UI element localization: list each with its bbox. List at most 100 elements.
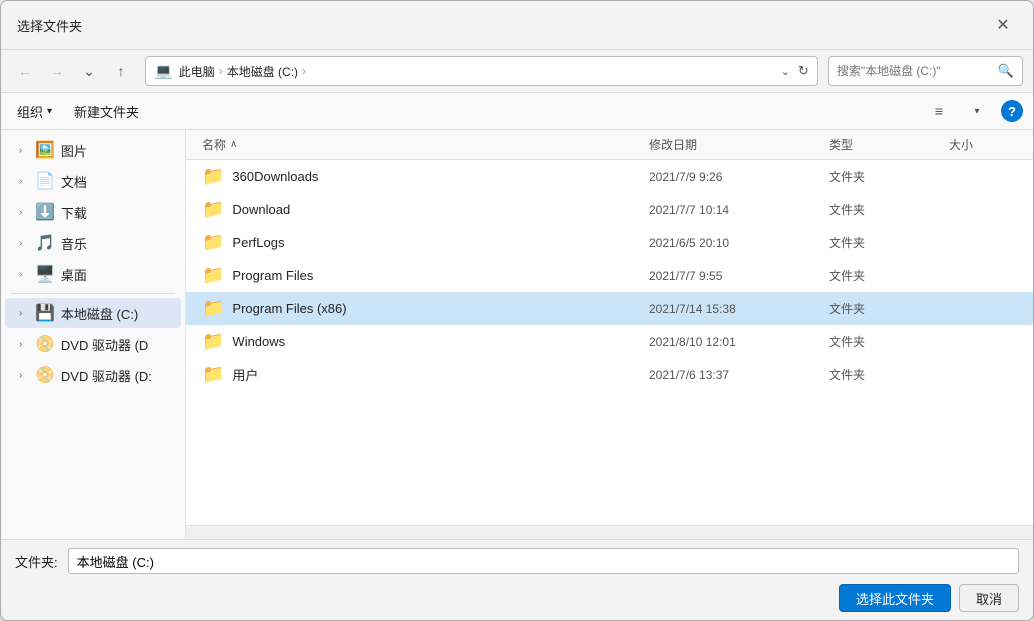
refresh-button[interactable]: ↻ bbox=[798, 63, 809, 79]
sidebar: › 🖼️ 图片 › 📄 文档 › ⬇️ 下载 › 🎵 音乐 › 🖥️ 桌面 › … bbox=[1, 130, 186, 539]
breadcrumb-part-1[interactable]: 本地磁盘 (C:) bbox=[227, 63, 298, 80]
up-button[interactable]: ↑ bbox=[107, 57, 135, 85]
sidebar-icon-pictures: 🖼️ bbox=[35, 140, 55, 160]
select-folder-button[interactable]: 选择此文件夹 bbox=[839, 584, 951, 612]
sidebar-label-documents: 文档 bbox=[61, 172, 87, 191]
file-list: 📁 360Downloads 2021/7/9 9:26 文件夹 📁 Downl… bbox=[186, 160, 1033, 525]
col-type[interactable]: 类型 bbox=[823, 134, 943, 155]
file-name-text-3: Program Files bbox=[232, 268, 313, 283]
col-name[interactable]: 名称 ∧ bbox=[196, 134, 643, 155]
sidebar-expand-downloads: › bbox=[19, 207, 29, 218]
table-row[interactable]: 📁 Download 2021/7/7 10:14 文件夹 bbox=[186, 193, 1033, 226]
sidebar-label-desktop: 桌面 bbox=[61, 265, 87, 284]
view-toggle-button[interactable]: ≡ bbox=[925, 97, 953, 125]
file-name-6: 📁 用户 bbox=[196, 361, 643, 388]
help-button[interactable]: ? bbox=[1001, 100, 1023, 122]
sidebar-item-music[interactable]: › 🎵 音乐 bbox=[5, 228, 181, 258]
file-type-4: 文件夹 bbox=[823, 297, 943, 320]
file-size-6 bbox=[943, 372, 1023, 378]
file-type-3: 文件夹 bbox=[823, 264, 943, 287]
address-toolbar: ← → ⌄ ↑ 💻 此电脑 › 本地磁盘 (C:) › ⌄ ↻ 🔍 bbox=[1, 50, 1033, 93]
folder-label: 文件夹: bbox=[15, 552, 58, 571]
select-folder-dialog: 选择文件夹 ✕ ← → ⌄ ↑ 💻 此电脑 › 本地磁盘 (C:) › ⌄ ↻ … bbox=[0, 0, 1034, 621]
folder-label-row: 文件夹: bbox=[15, 548, 1019, 574]
file-name-text-4: Program Files (x86) bbox=[232, 301, 346, 316]
folder-icon-6: 📁 bbox=[202, 364, 224, 385]
footer-buttons: 选择此文件夹 取消 bbox=[15, 584, 1019, 612]
sidebar-item-local-c[interactable]: › 💾 本地磁盘 (C:) bbox=[5, 298, 181, 328]
view-icon: ≡ bbox=[935, 103, 943, 119]
sidebar-item-downloads[interactable]: › ⬇️ 下载 bbox=[5, 197, 181, 227]
sidebar-item-dvd-d1[interactable]: › 📀 DVD 驱动器 (D bbox=[5, 329, 181, 359]
search-icon: 🔍 bbox=[998, 63, 1014, 79]
table-row[interactable]: 📁 Program Files 2021/7/7 9:55 文件夹 bbox=[186, 259, 1033, 292]
back-button[interactable]: ← bbox=[11, 57, 39, 85]
col-size[interactable]: 大小 bbox=[943, 134, 1023, 155]
new-folder-button[interactable]: 新建文件夹 bbox=[68, 99, 145, 124]
col-date[interactable]: 修改日期 bbox=[643, 134, 823, 155]
dialog-title: 选择文件夹 bbox=[17, 16, 82, 35]
sidebar-expand-pictures: › bbox=[19, 145, 29, 156]
folder-icon-5: 📁 bbox=[202, 331, 224, 352]
file-type-1: 文件夹 bbox=[823, 198, 943, 221]
sidebar-item-documents[interactable]: › 📄 文档 bbox=[5, 166, 181, 196]
file-size-3 bbox=[943, 273, 1023, 279]
new-folder-label: 新建文件夹 bbox=[74, 102, 139, 121]
forward-button[interactable]: → bbox=[43, 57, 71, 85]
file-area: 名称 ∧ 修改日期 类型 大小 📁 360Downloads 2021/7/9 … bbox=[186, 130, 1033, 539]
table-row[interactable]: 📁 Program Files (x86) 2021/7/14 15:38 文件… bbox=[186, 292, 1033, 325]
sidebar-label-dvd-d1: DVD 驱动器 (D bbox=[61, 335, 148, 354]
sidebar-icon-music: 🎵 bbox=[35, 233, 55, 253]
sidebar-icon-documents: 📄 bbox=[35, 171, 55, 191]
search-input[interactable] bbox=[837, 64, 992, 78]
file-name-5: 📁 Windows bbox=[196, 328, 643, 355]
dropdown-button[interactable]: ⌄ bbox=[75, 57, 103, 85]
folder-icon-3: 📁 bbox=[202, 265, 224, 286]
help-label: ? bbox=[1008, 104, 1016, 119]
file-name-4: 📁 Program Files (x86) bbox=[196, 295, 643, 322]
title-bar: 选择文件夹 ✕ bbox=[1, 1, 1033, 50]
sidebar-expand-dvd-d1: › bbox=[19, 339, 29, 350]
file-name-text-6: 用户 bbox=[232, 365, 258, 384]
table-row[interactable]: 📁 PerfLogs 2021/6/5 20:10 文件夹 bbox=[186, 226, 1033, 259]
file-date-3: 2021/7/7 9:55 bbox=[643, 266, 823, 286]
file-date-0: 2021/7/9 9:26 bbox=[643, 167, 823, 187]
sidebar-icon-dvd-d2: 📀 bbox=[35, 365, 55, 385]
horizontal-scrollbar[interactable] bbox=[186, 525, 1033, 539]
sidebar-label-pictures: 图片 bbox=[61, 141, 87, 160]
sidebar-item-dvd-d2[interactable]: › 📀 DVD 驱动器 (D: bbox=[5, 360, 181, 390]
sidebar-expand-desktop: › bbox=[19, 269, 29, 280]
folder-input[interactable] bbox=[68, 548, 1019, 574]
file-date-2: 2021/6/5 20:10 bbox=[643, 233, 823, 253]
close-button[interactable]: ✕ bbox=[989, 11, 1017, 39]
sidebar-label-dvd-d2: DVD 驱动器 (D: bbox=[61, 366, 152, 385]
sidebar-item-desktop[interactable]: › 🖥️ 桌面 bbox=[5, 259, 181, 289]
file-type-0: 文件夹 bbox=[823, 165, 943, 188]
sidebar-expand-local-c: › bbox=[19, 308, 29, 319]
organize-arrow: ▾ bbox=[47, 106, 52, 117]
file-size-4 bbox=[943, 306, 1023, 312]
sidebar-icon-downloads: ⬇️ bbox=[35, 202, 55, 222]
table-row[interactable]: 📁 用户 2021/7/6 13:37 文件夹 bbox=[186, 358, 1033, 391]
breadcrumb: 此电脑 › 本地磁盘 (C:) › bbox=[179, 63, 773, 80]
file-name-text-5: Windows bbox=[232, 334, 285, 349]
file-name-3: 📁 Program Files bbox=[196, 262, 643, 289]
footer: 文件夹: 选择此文件夹 取消 bbox=[1, 539, 1033, 620]
table-row[interactable]: 📁 360Downloads 2021/7/9 9:26 文件夹 bbox=[186, 160, 1033, 193]
address-bar[interactable]: 💻 此电脑 › 本地磁盘 (C:) › ⌄ ↻ bbox=[145, 56, 818, 86]
cancel-button[interactable]: 取消 bbox=[959, 584, 1019, 612]
breadcrumb-part-0[interactable]: 此电脑 bbox=[179, 63, 215, 80]
organize-button[interactable]: 组织 ▾ bbox=[11, 99, 58, 124]
folder-icon-2: 📁 bbox=[202, 232, 224, 253]
address-dropdown-arrow[interactable]: ⌄ bbox=[779, 63, 792, 80]
table-row[interactable]: 📁 Windows 2021/8/10 12:01 文件夹 bbox=[186, 325, 1033, 358]
sidebar-expand-documents: › bbox=[19, 176, 29, 187]
file-size-0 bbox=[943, 174, 1023, 180]
file-name-text-2: PerfLogs bbox=[232, 235, 284, 250]
view-arrow-button[interactable]: ▾ bbox=[963, 97, 991, 125]
folder-icon-0: 📁 bbox=[202, 166, 224, 187]
file-size-5 bbox=[943, 339, 1023, 345]
sidebar-item-pictures[interactable]: › 🖼️ 图片 bbox=[5, 135, 181, 165]
file-date-6: 2021/7/6 13:37 bbox=[643, 365, 823, 385]
search-box[interactable]: 🔍 bbox=[828, 56, 1023, 86]
